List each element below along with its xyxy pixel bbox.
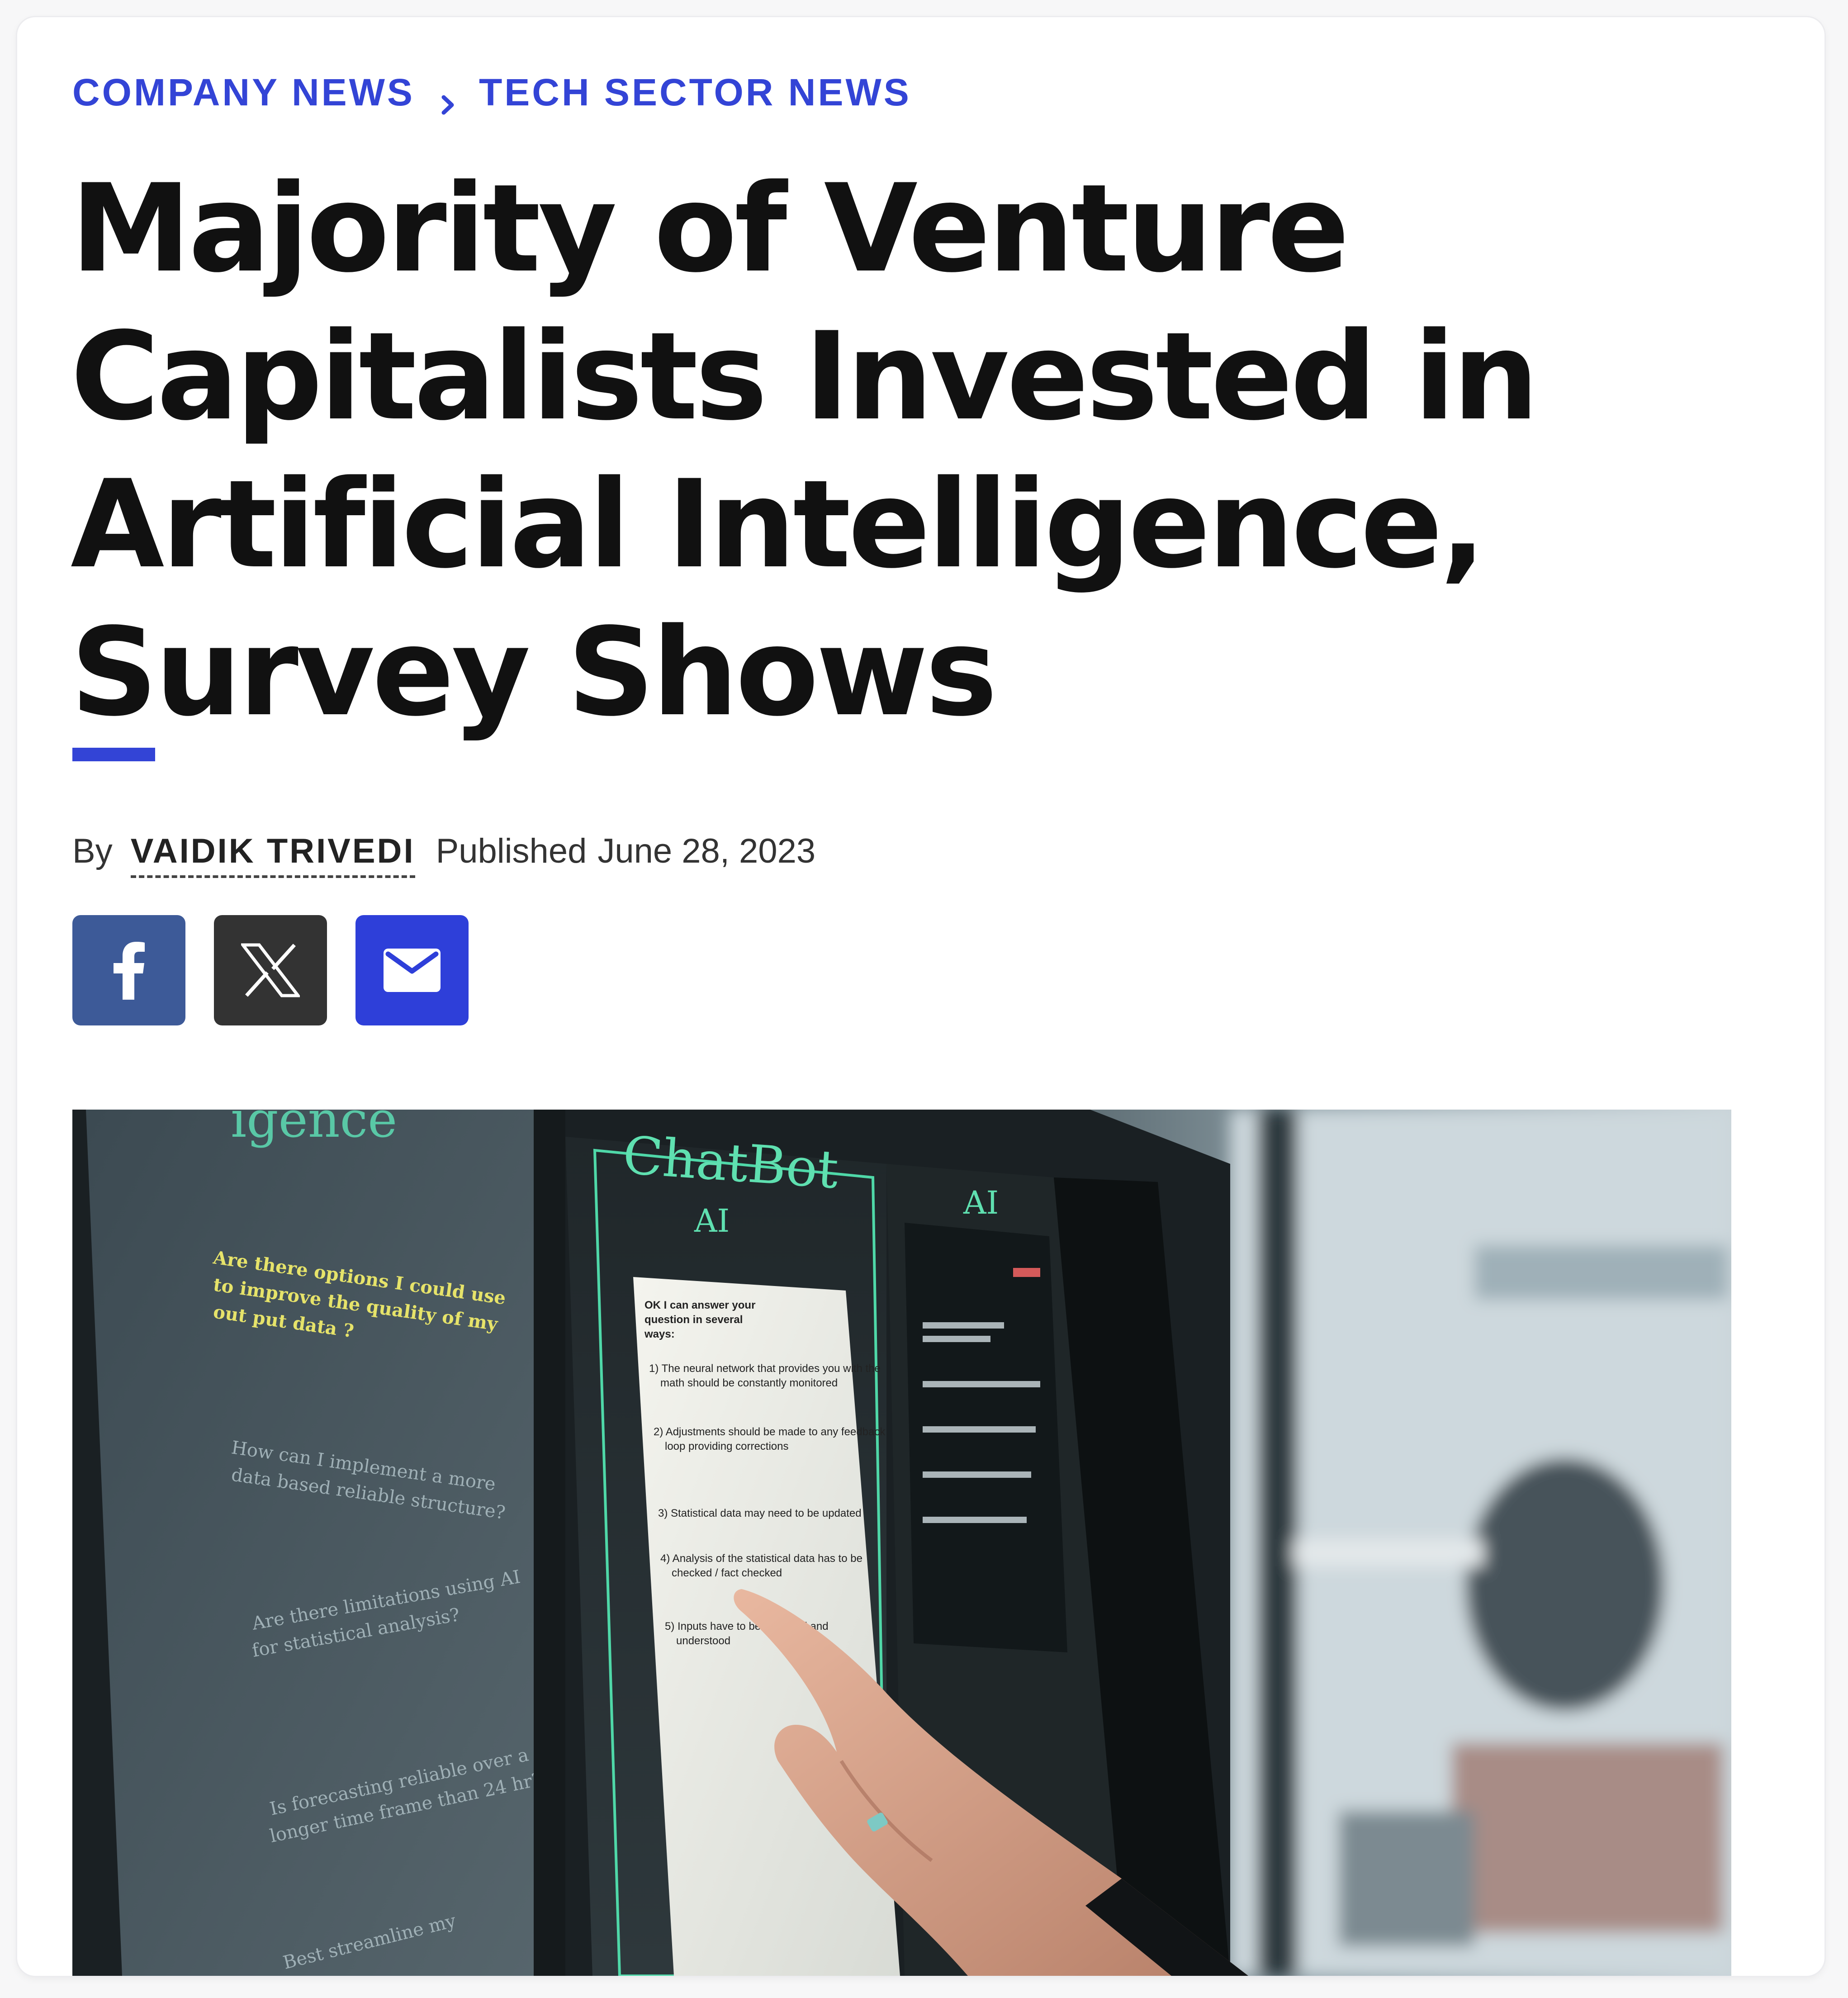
share-buttons [72,915,469,1025]
svg-text:3) Statistical data may need: 3) Statistical data may need to be updat… [658,1507,862,1519]
headline-accent-divider [72,748,155,761]
breadcrumb: COMPANY NEWS TECH SECTOR NEWS [72,71,911,114]
chatbot-subtitle: AI [694,1202,730,1239]
article-headline: Majority of Venture Capitalists Invested… [71,158,1539,743]
facebook-icon [111,941,147,1000]
published-label: Published [436,832,587,870]
svg-text:question in several: question in several [644,1314,743,1326]
hero-image: igence Are there options I could use to … [72,1110,1731,1976]
chevron-right-icon [436,81,459,114]
screen-left-header: igence [231,1110,397,1148]
breadcrumb-item-tech-sector-news[interactable]: TECH SECTOR NEWS [479,71,911,114]
share-email-button[interactable] [355,915,469,1025]
svg-text:ways:: ways: [644,1328,675,1340]
breadcrumb-item-company-news[interactable]: COMPANY NEWS [72,71,415,114]
email-icon [384,949,441,992]
share-x-button[interactable] [214,915,327,1025]
svg-text:1) The neural network that pr: 1) The neural network that provides you … [649,1362,881,1375]
svg-text:2) Adjustments should be made: 2) Adjustments should be made to any fee… [654,1426,886,1438]
svg-text:OK I can answer your: OK I can answer your [644,1299,755,1311]
published-date: June 28, 2023 [597,832,816,870]
svg-text:4) Analysis of the statistica: 4) Analysis of the statistical data has … [660,1552,862,1565]
author-link[interactable]: VAIDIK TRIVEDI [130,831,415,878]
svg-text:understood: understood [676,1635,730,1647]
byline: By VAIDIK TRIVEDI Published June 28, 202… [72,831,815,878]
svg-text:loop providing corrections: loop providing corrections [665,1440,788,1452]
byline-by-label: By [72,832,113,870]
screen-right-title: AI [963,1184,999,1221]
share-facebook-button[interactable] [72,915,185,1025]
blurred-office-background [1230,1110,1731,1976]
svg-text:checked / fact checked: checked / fact checked [672,1567,782,1579]
hero-photo-illustration: igence Are there options I could use to … [72,1110,1731,1976]
svg-text:math should be constantly moni: math should be constantly monitored [660,1377,838,1389]
x-icon [241,943,300,997]
article-card: COMPANY NEWS TECH SECTOR NEWS Majority o… [17,17,1824,1976]
